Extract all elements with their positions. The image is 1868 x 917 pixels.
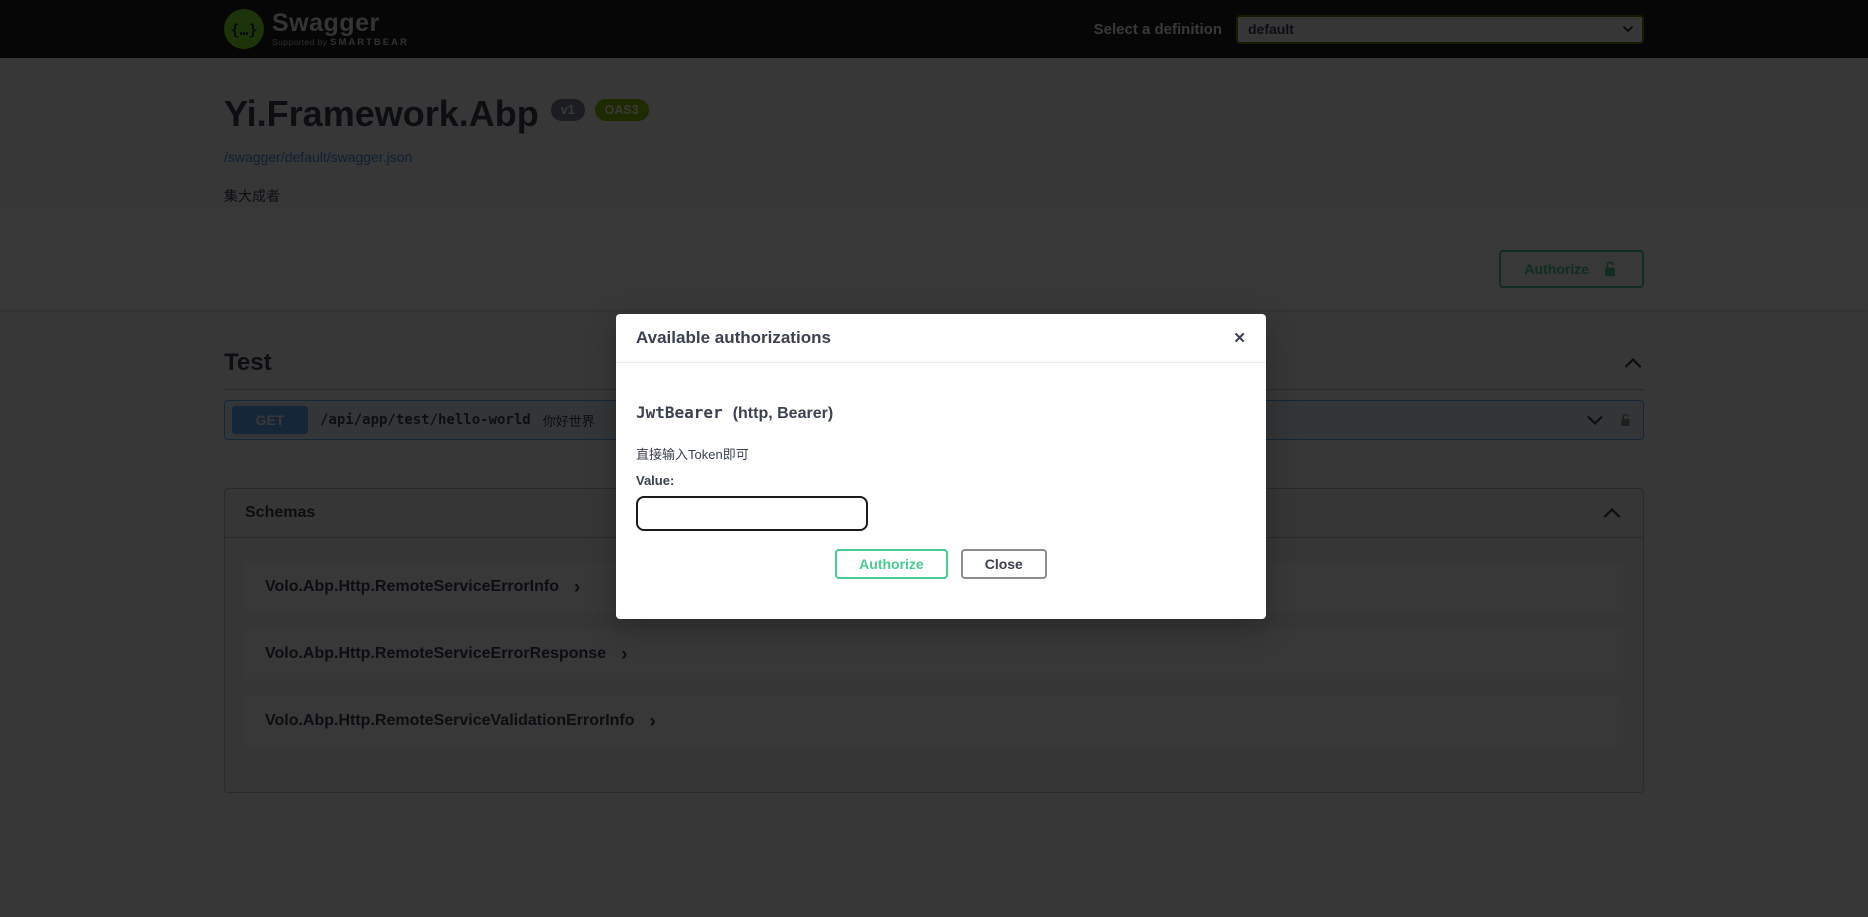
authorizations-modal: Available authorizations ✕ JwtBearer (ht… bbox=[616, 314, 1266, 619]
auth-scheme-type: (http, Bearer) bbox=[733, 405, 833, 423]
auth-scheme-description: 直接输入Token即可 bbox=[636, 444, 1246, 463]
modal-authorize-button[interactable]: Authorize bbox=[835, 549, 948, 579]
modal-actions: Authorize Close bbox=[636, 549, 1246, 579]
token-value-input[interactable] bbox=[636, 496, 868, 531]
value-label: Value: bbox=[636, 473, 1246, 488]
modal-body: JwtBearer (http, Bearer) 直接输入Token即可 Val… bbox=[616, 363, 1266, 619]
modal-header: Available authorizations ✕ bbox=[616, 314, 1266, 363]
auth-scheme-name: JwtBearer bbox=[636, 403, 723, 422]
modal-close-button[interactable]: Close bbox=[961, 549, 1047, 579]
close-icon[interactable]: ✕ bbox=[1233, 329, 1246, 347]
modal-title: Available authorizations bbox=[636, 328, 831, 348]
